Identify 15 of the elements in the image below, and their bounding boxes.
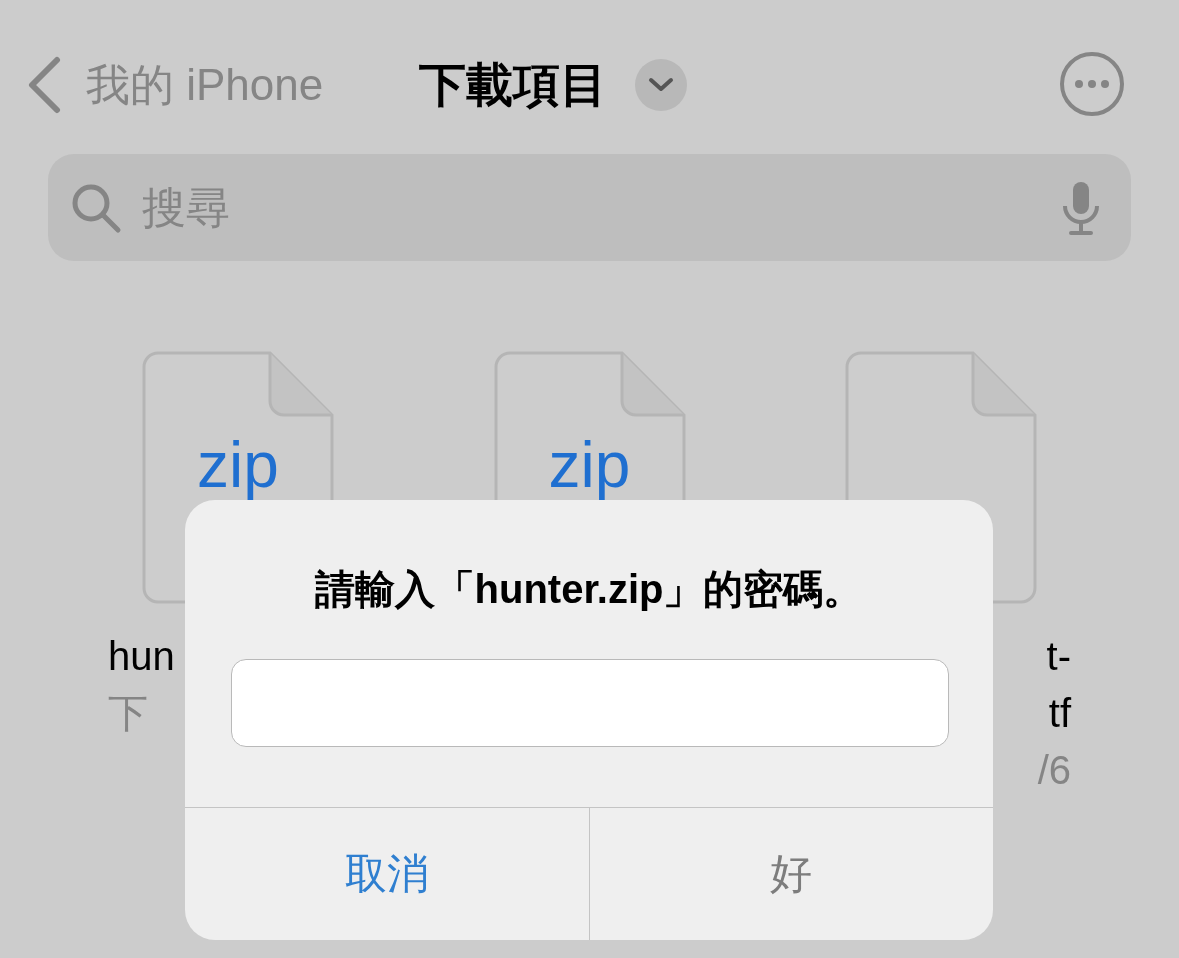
password-field[interactable]	[231, 659, 949, 747]
microphone-icon	[1061, 179, 1101, 236]
file-name: hun	[108, 633, 175, 680]
file-date: 下	[108, 690, 148, 737]
file-name: tf	[1048, 690, 1071, 737]
file-date: /6	[1037, 747, 1071, 794]
file-name: t-	[1046, 633, 1071, 680]
dialog-message: 請輸入「hunter.zip」的密碼。	[313, 566, 865, 613]
chevron-left-icon	[26, 56, 62, 114]
chevron-down-icon	[648, 77, 675, 93]
folder-title: 下載項目	[419, 56, 608, 113]
dialog-button[interactable]: 取消	[185, 808, 589, 940]
ellipsis-circle-icon	[1059, 50, 1125, 117]
search-field[interactable]: 搜尋	[48, 154, 1131, 261]
back-button[interactable]: 我的 iPhone	[26, 55, 324, 115]
